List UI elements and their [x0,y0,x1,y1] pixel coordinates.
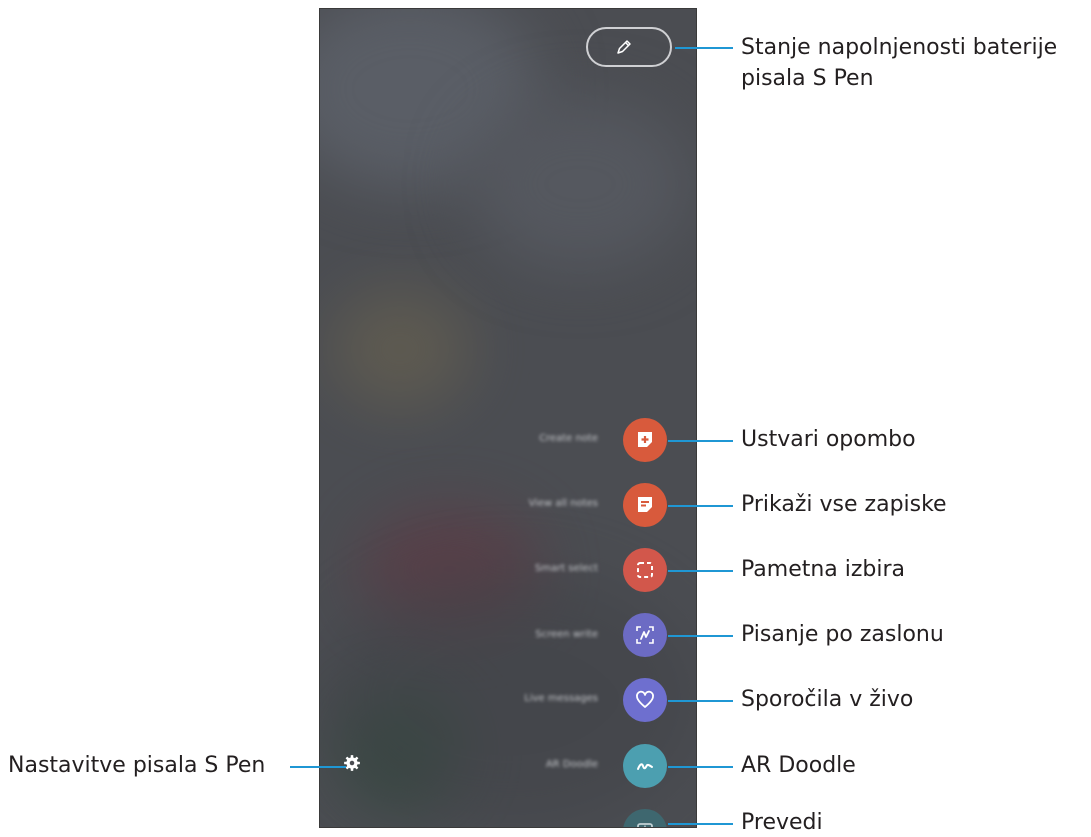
view-all-notes-button[interactable] [623,483,667,527]
callout-line-smart-select [668,570,733,572]
callout-battery-line2: pisala S Pen [741,66,874,91]
screen-write-icon [636,626,654,644]
heart-icon [636,690,654,708]
background-blur [470,99,690,269]
background-blur [330,289,470,409]
callout-live-messages: Sporočila v živo [741,687,914,712]
command-label-ar-doodle: AR Doodle [545,759,598,770]
callout-battery-line1: Stanje napolnjenosti baterije [741,35,1058,60]
callout-settings: Nastavitve pisala S Pen [8,753,266,778]
pen-battery-indicator [586,27,672,67]
command-label-screen-write: Screen write [535,629,598,640]
callout-view-all: Prikaži vse zapiske [741,492,947,517]
smart-select-button[interactable] [623,548,667,592]
command-label-live-messages: Live messages [524,693,598,704]
ar-doodle-button[interactable] [623,744,667,788]
pen-icon [617,40,631,54]
translate-icon [637,823,653,827]
callout-line-translate [668,823,733,825]
note-plus-icon [638,432,652,447]
callout-line-battery [675,47,733,49]
callout-ar-doodle: AR Doodle [741,753,856,778]
doodle-icon [637,763,653,770]
screen-write-button[interactable] [623,613,667,657]
phone-screen: Create note View all notes Smart select … [319,8,697,828]
translate-button[interactable] [623,809,667,827]
create-note-button[interactable] [623,418,667,462]
callout-screen-write: Pisanje po zaslonu [741,622,944,647]
callout-line-view-all [668,505,733,507]
callout-smart-select: Pametna izbira [741,557,906,582]
callout-line-settings [290,766,346,768]
live-messages-button[interactable] [623,678,667,722]
dashed-select-icon [637,562,653,578]
command-label-create-note: Create note [539,433,598,444]
gear-icon[interactable] [343,754,361,772]
callout-create-note: Ustvari opombo [741,427,916,452]
callout-line-live-messages [668,700,733,702]
callout-translate: Prevedi [741,810,823,835]
command-label-view-all-notes: View all notes [528,498,598,509]
command-label-smart-select: Smart select [534,563,598,574]
callout-line-create-note [668,440,733,442]
callout-battery: Stanje napolnjenosti baterije pisala S P… [741,34,1057,93]
notes-list-icon [638,497,652,512]
callout-line-ar-doodle [668,766,733,768]
callout-line-screen-write [668,635,733,637]
